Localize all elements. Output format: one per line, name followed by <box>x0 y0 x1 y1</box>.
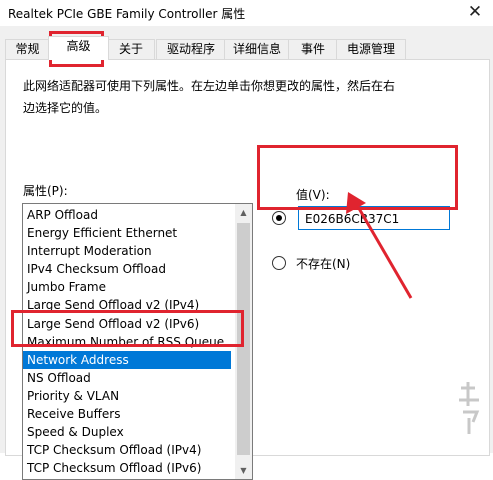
list-item[interactable]: Interrupt Moderation <box>23 242 231 260</box>
highlight-network-address <box>11 310 244 347</box>
list-item[interactable]: TCP Checksum Offload (IPv6) <box>23 459 231 477</box>
close-button[interactable]: ✕ <box>465 2 485 22</box>
tab-advanced[interactable]: 高级 <box>48 36 109 60</box>
tab-about[interactable]: 关于 <box>107 39 155 59</box>
not-present-radio[interactable] <box>272 256 286 270</box>
advanced-panel: 此网络适配器可使用下列属性。在左边单击你想更改的属性，然后在右 边选择它的值。 … <box>5 59 490 480</box>
highlight-value-box <box>257 145 458 210</box>
list-item-selected[interactable]: Network Address <box>23 350 231 369</box>
tab-driver[interactable]: 驱动程序 <box>156 39 226 59</box>
tab-details[interactable]: 详细信息 <box>224 39 290 59</box>
value-radio[interactable] <box>272 211 286 225</box>
list-item[interactable]: Speed & Duplex <box>23 423 231 441</box>
watermark-glyph <box>459 382 480 434</box>
dialog-body: 常规 高级 关于 驱动程序 详细信息 事件 电源管理 此网络适配器可使用下列属性… <box>0 26 493 480</box>
close-icon: ✕ <box>467 2 483 22</box>
properties-label: 属性(P): <box>23 184 68 198</box>
description-line-2: 边选择它的值。 <box>23 101 108 115</box>
description: 此网络适配器可使用下列属性。在左边单击你想更改的属性，然后在右 边选择它的值。 <box>23 75 463 119</box>
title-bar: Realtek PCIe GBE Family Controller 属性 ✕ <box>0 0 493 26</box>
list-item[interactable]: Energy Efficient Ethernet <box>23 224 231 242</box>
list-item[interactable]: Receive Buffers <box>23 405 231 423</box>
window-title: Realtek PCIe GBE Family Controller 属性 <box>8 7 246 21</box>
tab-general[interactable]: 常规 <box>5 39 50 59</box>
description-line-1: 此网络适配器可使用下列属性。在左边单击你想更改的属性，然后在右 <box>23 79 396 93</box>
scroll-down-icon[interactable]: ▼ <box>235 462 252 479</box>
not-present-label: 不存在(N) <box>296 257 351 271</box>
list-item[interactable]: NS Offload <box>23 369 231 387</box>
list-item[interactable]: TCP Checksum Offload (IPv4) <box>23 441 231 459</box>
list-item[interactable]: Priority & VLAN <box>23 387 231 405</box>
tab-events[interactable]: 事件 <box>288 39 338 59</box>
tab-power-management[interactable]: 电源管理 <box>336 39 406 59</box>
scroll-up-icon[interactable]: ▲ <box>235 204 252 221</box>
list-item[interactable]: Jumbo Frame <box>23 278 231 296</box>
list-item[interactable]: ARP Offload <box>23 206 231 224</box>
radio-selected-dot <box>276 215 282 221</box>
list-item[interactable]: IPv4 Checksum Offload <box>23 260 231 278</box>
